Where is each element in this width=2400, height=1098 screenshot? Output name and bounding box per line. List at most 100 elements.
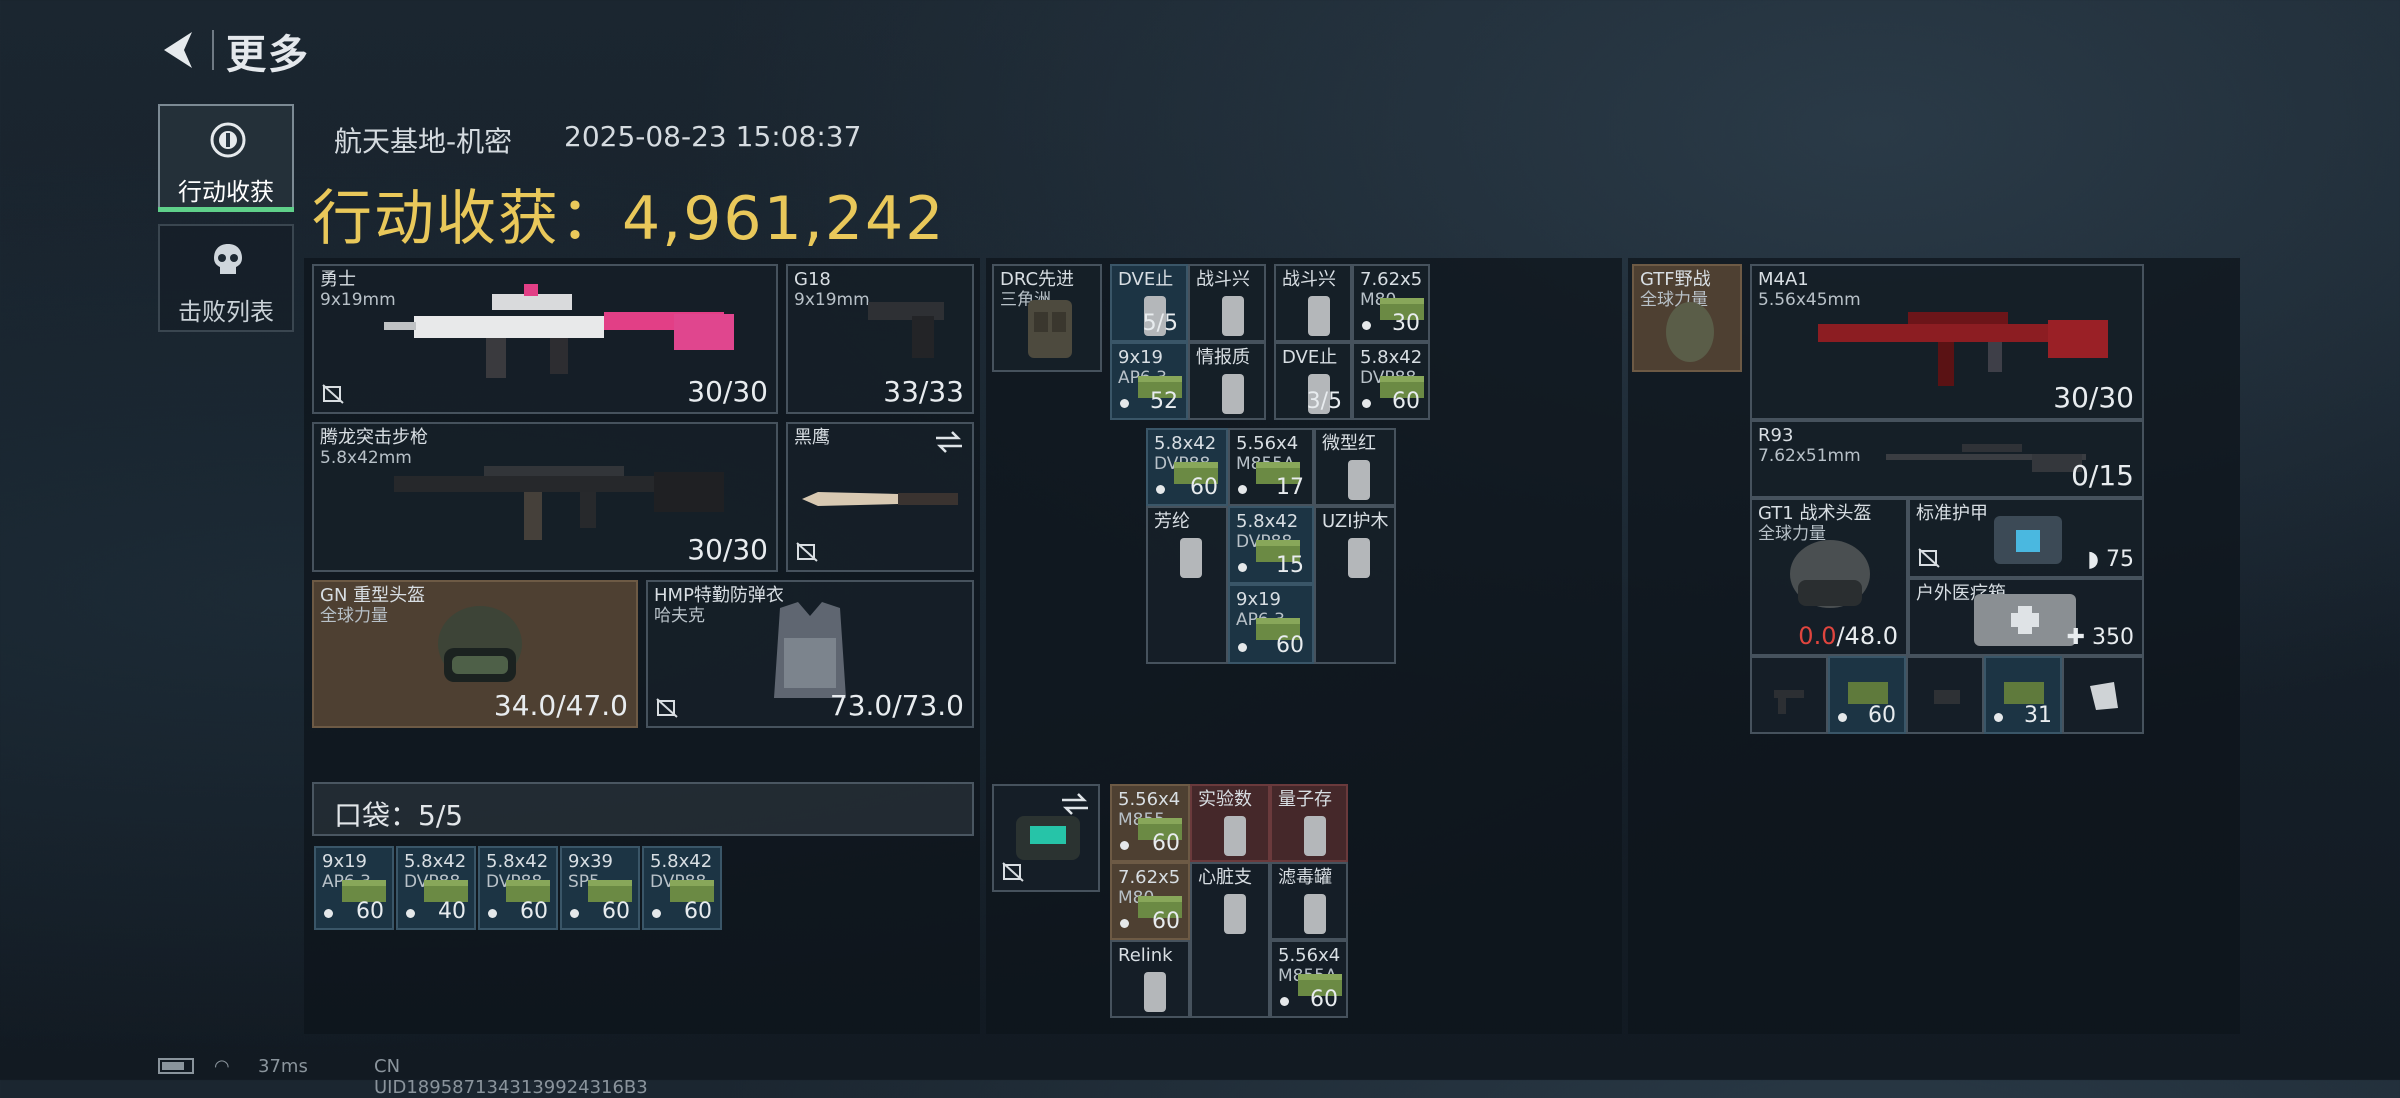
loot-item[interactable]: 量子存 [1270, 784, 1348, 862]
header-divider [212, 30, 214, 70]
tab-defeat-list[interactable]: 击败列表 [158, 224, 294, 332]
item-image [1348, 538, 1370, 578]
no-insurance-icon [796, 542, 818, 562]
loot-item[interactable]: 战斗兴 [1274, 264, 1352, 342]
item-count: 17 [1276, 475, 1304, 500]
weapon-name: G18 [794, 269, 831, 290]
map-name: 航天基地-机密 [334, 125, 513, 158]
loot-item[interactable]: 5.8x42DVP8860 [642, 846, 722, 930]
durability: 34.0/47.0 [493, 689, 628, 722]
loot-item[interactable]: 7.62x5 M80 60 [1110, 862, 1190, 940]
loot-item[interactable]: 5.8x42DVP8860 [1352, 342, 1430, 420]
item-count: 3/5 [1306, 389, 1342, 414]
item-name: 5.56x4 [1118, 789, 1181, 810]
melee-slot[interactable]: 黑鹰 [786, 422, 974, 572]
ammo-dot-icon [1362, 399, 1371, 408]
medkit-image [1974, 594, 2076, 646]
m4a1-image [1818, 312, 2108, 386]
enemy-secondary-slot[interactable]: R93 7.62x51mm 0/15 [1750, 420, 2144, 498]
item-name: 滤毒罐 [1278, 867, 1332, 888]
ammo-count: 30/30 [687, 533, 768, 566]
ammo-count: 0/15 [2071, 459, 2134, 492]
loot-item[interactable]: 7.62x5 M80 30 [1352, 264, 1430, 342]
ammo-count: 33/33 [883, 375, 964, 408]
loot-item[interactable]: 5.8x42DVP8860 [478, 846, 558, 930]
item-image [1180, 538, 1202, 578]
ping-text: 37ms [258, 1056, 308, 1077]
ammo-dot-icon [1156, 485, 1165, 494]
enemy-helmet-slot[interactable]: GT1 战术头盔 全球力量 0.0/48.0 [1750, 498, 1908, 656]
enemy-item[interactable]: 60 [1828, 656, 1906, 734]
item-name: 战斗兴 [1196, 269, 1250, 290]
enemy-primary-slot[interactable]: M4A1 5.56x45mm 30/30 [1750, 264, 2144, 420]
primary-weapon-slot[interactable]: 勇士 9x19mm 30/30 [312, 264, 778, 414]
item-name: 7.62x5 [1118, 867, 1181, 888]
gear-name: 标准护甲 [1916, 503, 1988, 524]
pistol-slot[interactable]: G18 9x19mm 33/33 [786, 264, 974, 414]
item-count: 15 [1276, 553, 1304, 578]
item-image [1224, 894, 1246, 934]
loot-item[interactable]: 5.8x42DVP8840 [396, 846, 476, 930]
loot-item[interactable]: 战斗兴 [1188, 264, 1266, 342]
loot-item[interactable]: 滤毒罐 [1270, 862, 1348, 940]
loot-item[interactable]: UZI护木 [1314, 506, 1396, 664]
loot-item[interactable]: 5.56x4M855A17 [1228, 428, 1314, 506]
item-name: 9x19 [1236, 589, 1282, 610]
loot-item[interactable]: 5.8x42DVP8860 [1146, 428, 1228, 506]
loot-item[interactable]: 5.56x4M855A60 [1270, 940, 1348, 1018]
item-image [1348, 460, 1370, 500]
loot-item[interactable]: 5.56x4M85560 [1110, 784, 1190, 862]
no-insurance-icon [656, 698, 678, 718]
ammo-dot-icon [1120, 399, 1129, 408]
item-name: 9x19 [322, 851, 368, 872]
loot-item[interactable]: 情报质 [1188, 342, 1266, 420]
loot-item[interactable]: DVE止 3/5 [1274, 342, 1352, 420]
gear-name: DRC先进 [1000, 269, 1075, 290]
enemy-item[interactable] [1750, 656, 1828, 734]
weapon-name: 黑鹰 [794, 427, 830, 448]
loot-item[interactable]: 心脏支 [1190, 862, 1270, 1018]
loot-item[interactable]: Relink [1110, 940, 1190, 1018]
enemy-item[interactable]: 31 [1984, 656, 2062, 734]
loot-item[interactable]: 9x19AP6.360 [314, 846, 394, 930]
gear-brand: 哈夫克 [654, 606, 705, 626]
helmet-durability: 0.0/48.0 [1798, 622, 1898, 650]
enemy-armor-slot[interactable]: 标准护甲 ◗ 75 [1908, 498, 2144, 578]
item-count: 60 [1310, 987, 1338, 1012]
back-arrow-icon[interactable] [156, 26, 204, 74]
loot-item[interactable]: DVE止 5/5 [1110, 264, 1188, 342]
pistol-image [868, 302, 944, 358]
ammo-dot-icon [1238, 643, 1247, 652]
item-count: 60 [1152, 909, 1180, 934]
loot-item[interactable]: 实验数 [1190, 784, 1270, 862]
item-image [1304, 894, 1326, 934]
loot-item[interactable]: 芳纶 [1146, 506, 1228, 664]
enemy-med-slot[interactable]: 户外医疗箱 ✚ 350 [1908, 578, 2144, 656]
loot-item[interactable]: 9x19AP6.360 [1228, 584, 1314, 664]
weapon-name: R93 [1758, 425, 1794, 446]
secondary-weapon-slot[interactable]: 腾龙突击步枪 5.8x42mm 30/30 [312, 422, 778, 572]
chest-rig-slot[interactable]: DRC先进 三角洲 [992, 264, 1102, 372]
item-name: 5.8x42 [1236, 511, 1299, 532]
weapon-name: M4A1 [1758, 269, 1809, 290]
item-image [1304, 816, 1326, 856]
ammo-dot-icon [1838, 713, 1847, 722]
loot-item[interactable]: 9x19AP6.352 [1110, 342, 1188, 420]
helmet-image [1790, 540, 1870, 608]
tab-action-loot[interactable]: 行动收获 [158, 104, 294, 212]
backpack-slot[interactable] [992, 784, 1100, 892]
helmet-slot[interactable]: GN 重型头盔 全球力量 34.0/47.0 [312, 580, 638, 728]
armor-slot[interactable]: HMP特勤防弹衣 哈夫克 73.0/73.0 [646, 580, 974, 728]
item-name: 5.8x42 [486, 851, 549, 872]
enemy-item[interactable] [2062, 656, 2144, 734]
loot-item[interactable]: 9x39 SP5 60 [560, 846, 640, 930]
loot-item[interactable]: 微型红 [1314, 428, 1396, 506]
sniper-image [1886, 444, 2086, 472]
item-name: 9x39 [568, 851, 614, 872]
item-name: DVE止 [1282, 347, 1338, 368]
swap-icon[interactable] [934, 430, 964, 454]
enemy-rig-slot[interactable]: GTF野战 全球力量 [1632, 264, 1742, 372]
enemy-item[interactable] [1906, 656, 1984, 734]
loot-item[interactable]: 5.8x42DVP8815 [1228, 506, 1314, 584]
ammo-count: 30/30 [2053, 381, 2134, 414]
